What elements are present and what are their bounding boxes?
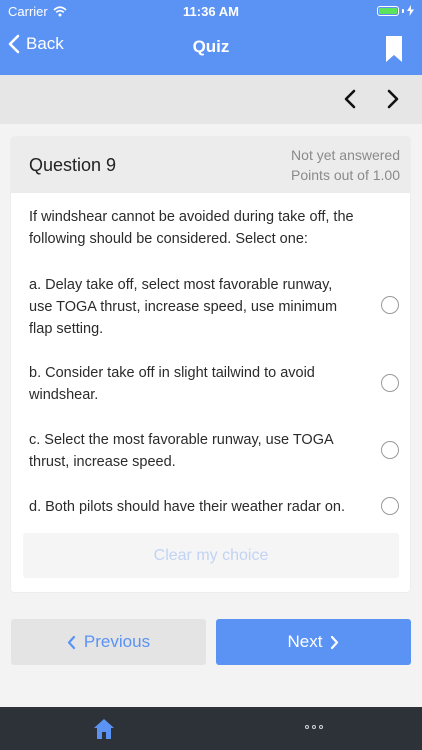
page-title: Quiz — [192, 37, 230, 56]
question-title: Question 9 — [29, 155, 117, 175]
chevron-right-icon — [331, 635, 339, 649]
radio-button[interactable] — [381, 296, 399, 314]
answer-option-label: a. Delay take off, select most favorable… — [29, 277, 338, 337]
tab-more[interactable] — [305, 725, 323, 729]
pager-previous-button[interactable] — [343, 88, 357, 115]
answer-option-a[interactable]: a. Delay take off, select most favorable… — [29, 274, 399, 340]
radio-button[interactable] — [381, 497, 399, 515]
pager-next-button[interactable] — [386, 88, 400, 115]
question-text: If windshear cannot be avoided during ta… — [29, 209, 354, 247]
question-pager — [0, 75, 422, 124]
status-time: 11:36 AM — [183, 4, 239, 19]
question-card: Question 9 Not yet answered Points out o… — [11, 137, 410, 592]
answer-option-label: b. Consider take off in slight tailwind … — [29, 365, 315, 403]
answer-option-label: d. Both pilots should have their weather… — [29, 499, 345, 515]
battery-icon — [377, 5, 414, 16]
status-bar: Carrier 11:36 AM — [0, 0, 422, 22]
answer-option-c[interactable]: c. Select the most favorable runway, use… — [29, 429, 399, 473]
bookmark-button[interactable] — [386, 36, 402, 67]
question-points: Points out of 1.00 — [291, 167, 400, 183]
chevron-left-icon — [67, 635, 76, 649]
navigation-bar: Back Quiz — [0, 22, 422, 75]
app-header: Carrier 11:36 AM Back Quiz — [0, 0, 422, 75]
bookmark-icon — [386, 36, 402, 62]
previous-button[interactable]: Previous — [11, 619, 206, 665]
next-label: Next — [287, 632, 323, 651]
tab-home[interactable] — [93, 718, 115, 745]
home-icon — [94, 719, 114, 739]
next-button[interactable]: Next — [216, 619, 411, 665]
radio-button[interactable] — [381, 374, 399, 392]
chevron-left-icon — [344, 89, 356, 109]
charging-icon — [407, 5, 414, 16]
chevron-right-icon — [387, 89, 399, 109]
tab-bar — [0, 707, 422, 750]
answer-option-d[interactable]: d. Both pilots should have their weather… — [29, 496, 399, 518]
clear-choice-button[interactable]: Clear my choice — [23, 533, 399, 578]
question-status: Not yet answered — [291, 147, 400, 163]
answer-option-label: c. Select the most favorable runway, use… — [29, 432, 333, 470]
question-header: Question 9 Not yet answered Points out o… — [11, 137, 410, 193]
answer-option-b[interactable]: b. Consider take off in slight tailwind … — [29, 362, 399, 406]
more-dots-icon — [305, 725, 309, 729]
radio-button[interactable] — [381, 441, 399, 459]
previous-label: Previous — [83, 632, 151, 651]
